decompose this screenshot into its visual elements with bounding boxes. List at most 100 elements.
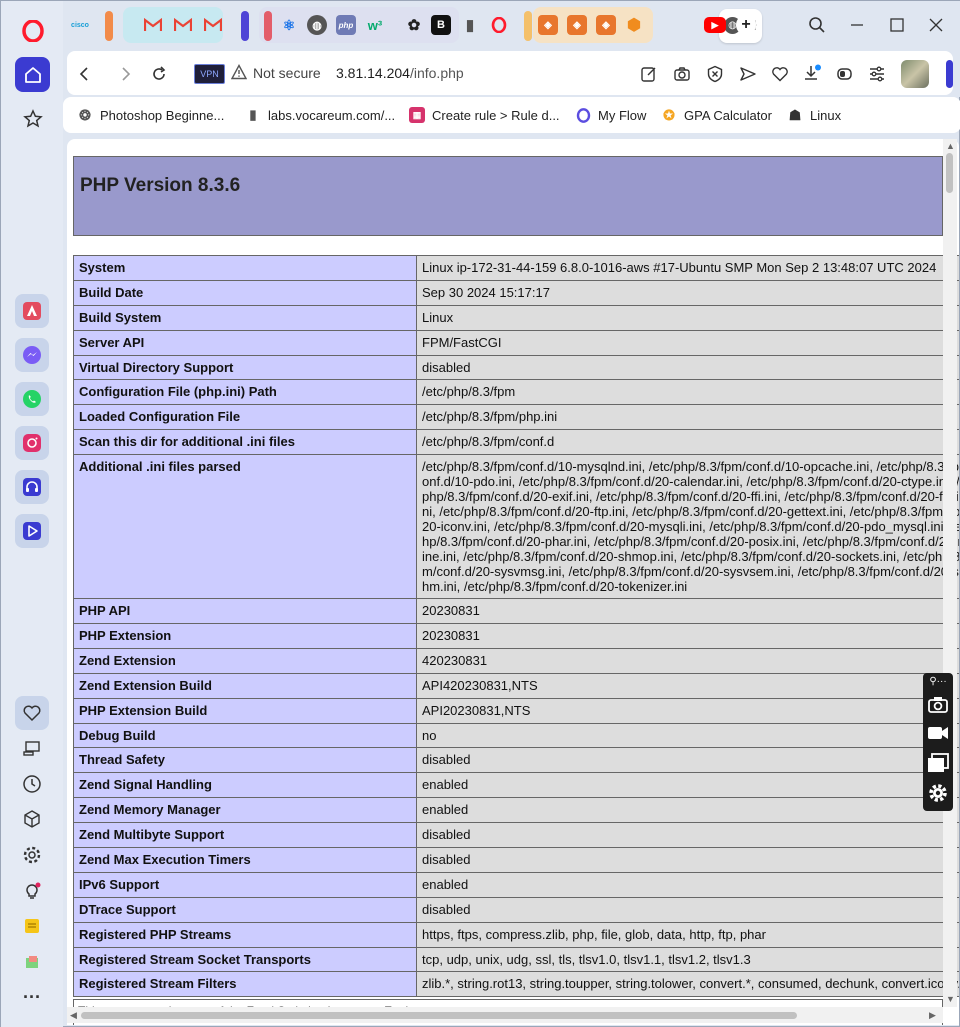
horizontal-scroll-thumb[interactable] <box>81 1012 797 1019</box>
vertical-scrollbar[interactable]: ▲ ▼ <box>943 139 957 1007</box>
info-key: Registered PHP Streams <box>73 921 417 948</box>
bookmarks-star-icon[interactable] <box>15 101 50 136</box>
aws-cube-icon[interactable]: ⬢ <box>624 15 644 35</box>
forward-arrow-icon[interactable] <box>115 64 135 84</box>
maximize-icon[interactable] <box>883 11 911 39</box>
battery-saver-icon[interactable] <box>835 64 855 84</box>
messenger-icon[interactable] <box>15 338 49 372</box>
globe-icon[interactable]: ◍ <box>307 15 327 35</box>
back-arrow-icon[interactable] <box>75 64 95 84</box>
youtube-icon[interactable]: ▶ <box>704 17 726 33</box>
tab-island-orange[interactable] <box>105 11 113 41</box>
tips-lightbulb-icon[interactable] <box>17 876 47 906</box>
horizontal-scrollbar[interactable]: ◀ ▶ <box>67 1007 943 1023</box>
bookmark-label: Create rule > Rule d... <box>432 107 560 123</box>
gmail-icon[interactable] <box>143 15 163 35</box>
address-bar-row: VPN Not secure 3.81.14.204/info.php <box>63 49 960 97</box>
warning-triangle-icon[interactable] <box>230 64 248 83</box>
pinboard-icon[interactable] <box>17 947 47 977</box>
toolbar-menu-icon[interactable]: ⚲··· <box>926 673 950 689</box>
cisco-tab-icon[interactable]: cisco <box>69 15 91 35</box>
bookmark-heart-icon[interactable] <box>770 64 790 84</box>
scroll-up-icon[interactable]: ▲ <box>946 141 955 151</box>
vertical-scroll-thumb[interactable] <box>946 153 953 193</box>
whatsapp-icon[interactable] <box>15 382 49 416</box>
bookmark-create-rule[interactable]: ▦ Create rule > Rule d... <box>409 107 560 123</box>
new-tab-plus-icon[interactable]: + <box>736 15 756 35</box>
history-clock-icon[interactable] <box>17 769 47 799</box>
chatgpt-icon[interactable]: ✿ <box>404 15 424 35</box>
php-icon[interactable]: php <box>336 15 356 35</box>
bookmark-vocareum[interactable]: ▮ labs.vocareum.com/... <box>245 107 395 123</box>
info-key: Build Date <box>73 279 417 306</box>
aws-icon[interactable]: ◈ <box>567 15 587 35</box>
opera-sidebar: ··· <box>1 1 63 1027</box>
info-key: Zend Max Execution Timers <box>73 847 417 873</box>
reload-icon[interactable] <box>149 64 169 84</box>
more-options-icon[interactable]: ··· <box>17 982 47 1012</box>
tab-island-red[interactable] <box>264 11 272 41</box>
scroll-right-icon[interactable]: ▶ <box>929 1010 936 1021</box>
minimize-icon[interactable] <box>843 11 871 39</box>
easy-setup-icon[interactable] <box>867 64 887 84</box>
adblock-shield-icon[interactable] <box>705 64 725 84</box>
aria-ai-icon[interactable] <box>15 294 49 328</box>
url-input[interactable]: 3.81.14.204/info.php <box>336 65 464 81</box>
w3schools-icon[interactable]: w³ <box>365 15 385 35</box>
home-icon[interactable] <box>15 57 50 92</box>
downloads-icon[interactable] <box>802 64 822 84</box>
window-capture-icon[interactable] <box>926 751 950 775</box>
record-video-icon[interactable] <box>926 721 950 745</box>
screenshot-camera-icon[interactable] <box>926 693 950 717</box>
instagram-icon[interactable] <box>15 426 49 460</box>
tabs-snapshot-icon[interactable] <box>17 733 47 763</box>
settings-gear-icon[interactable] <box>17 840 47 870</box>
edit-page-icon[interactable] <box>639 64 659 84</box>
opera-menu-icon[interactable] <box>15 13 50 48</box>
network-icon[interactable]: ⚛ <box>279 15 299 35</box>
bookmark-linux[interactable]: ☗ Linux <box>787 107 841 123</box>
tab-island-yellow[interactable] <box>524 11 532 41</box>
profile-avatar[interactable] <box>901 60 929 88</box>
info-key: Zend Extension <box>73 647 417 674</box>
info-value: zlib.*, string.rot13, string.toupper, st… <box>416 971 959 998</box>
info-value: disabled <box>416 354 959 381</box>
notes-icon[interactable] <box>17 911 47 941</box>
opera-icon[interactable] <box>489 15 509 35</box>
music-player-icon[interactable] <box>15 470 49 504</box>
info-key: Zend Extension Build <box>73 672 417 699</box>
bookmark-photoshop[interactable]: ❂ Photoshop Beginne... <box>77 107 224 123</box>
info-key: Registered Stream Filters <box>73 971 417 998</box>
bookmark-label: Photoshop Beginne... <box>100 107 225 123</box>
bookmark-gpa-calculator[interactable]: ✪ GPA Calculator <box>661 107 772 123</box>
b-letter-icon[interactable]: B <box>431 15 451 35</box>
aws-icon[interactable]: ◈ <box>596 15 616 35</box>
extensions-cube-icon[interactable] <box>17 804 47 834</box>
table-row: Zend Multibyte Support disabled <box>73 822 959 849</box>
gpa-icon: ✪ <box>663 106 675 123</box>
scroll-left-icon[interactable]: ◀ <box>70 1010 77 1021</box>
favorites-heart-icon[interactable] <box>15 696 49 730</box>
aws-icon: ▦ <box>409 107 425 123</box>
info-value: Linux <box>416 304 959 331</box>
aws-icon[interactable]: ◈ <box>538 15 558 35</box>
gmail-icon[interactable] <box>173 15 193 35</box>
gmail-icon[interactable] <box>203 15 223 35</box>
bookmark-my-flow[interactable]: My Flow <box>575 107 646 123</box>
capture-settings-gear-icon[interactable] <box>926 781 950 805</box>
sidebar-toggle[interactable] <box>946 60 953 88</box>
info-value: 20230831 <box>416 623 959 649</box>
snapshot-camera-icon[interactable] <box>672 64 692 84</box>
vpn-badge[interactable]: VPN <box>194 64 225 84</box>
tab-search-icon[interactable] <box>803 11 831 39</box>
send-flow-icon[interactable] <box>738 64 758 84</box>
security-status[interactable]: Not secure <box>253 65 321 81</box>
info-key: Thread Safety <box>73 747 417 774</box>
close-icon[interactable] <box>922 11 950 39</box>
file-icon[interactable]: ▮ <box>460 15 480 35</box>
tab-island-blue[interactable] <box>241 11 249 41</box>
scroll-down-icon[interactable]: ▼ <box>946 994 955 1004</box>
player-icon[interactable] <box>15 514 49 548</box>
info-key: DTrace Support <box>73 896 417 923</box>
bookmark-label: Linux <box>810 107 842 123</box>
